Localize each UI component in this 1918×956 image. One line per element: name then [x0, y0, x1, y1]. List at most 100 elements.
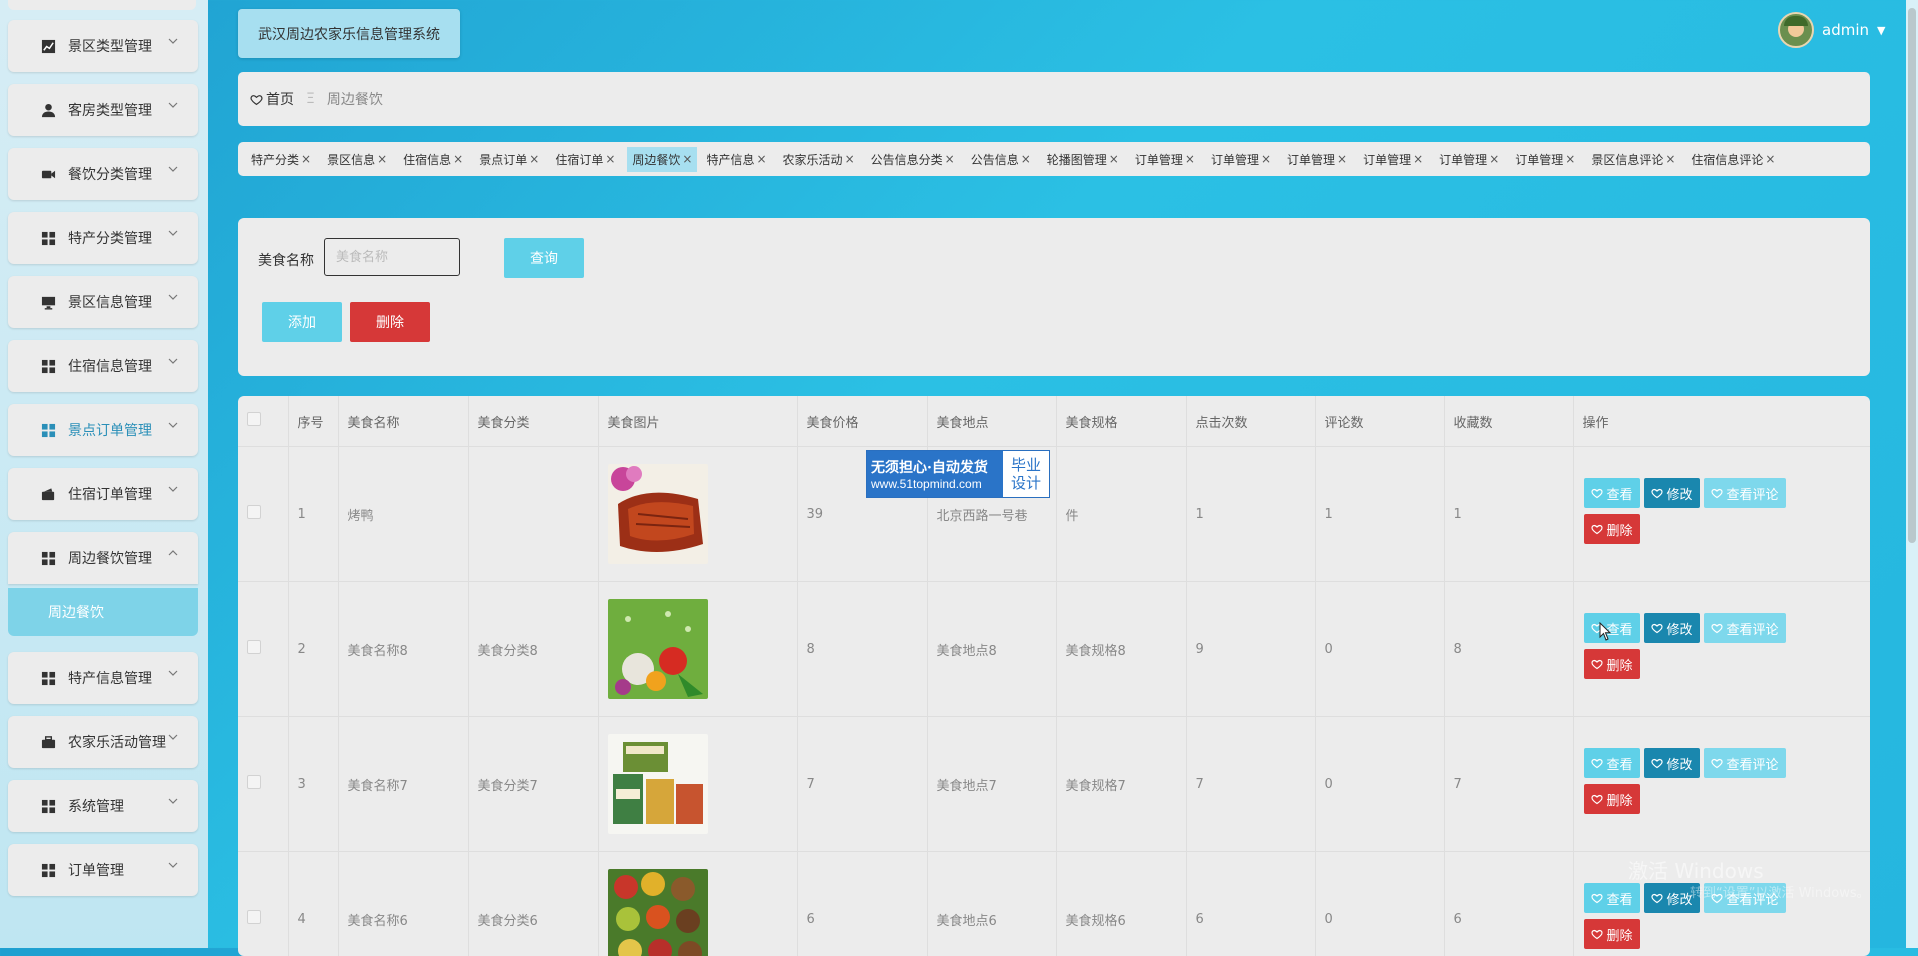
- food-image[interactable]: [608, 599, 708, 699]
- close-icon[interactable]: ×: [1765, 152, 1775, 166]
- batch-delete-button[interactable]: 删除: [350, 302, 430, 342]
- tab-5[interactable]: 周边餐饮×: [627, 147, 697, 172]
- sidebar-item-7[interactable]: 住宿订单管理: [8, 468, 198, 520]
- sidebar-item-4[interactable]: 景区信息管理: [8, 276, 198, 328]
- cell-name: 美食名称6: [338, 852, 468, 956]
- sidebar-item-1[interactable]: 客房类型管理: [8, 84, 198, 136]
- heart-icon: [1651, 757, 1663, 769]
- sidebar-item-2[interactable]: 餐饮分类管理: [8, 148, 198, 200]
- sidebar-item-label: 系统管理: [68, 796, 124, 816]
- tab-17[interactable]: 景区信息评论×: [1591, 147, 1682, 172]
- tab-15[interactable]: 订单管理×: [1439, 147, 1506, 172]
- grid-icon: [40, 670, 56, 686]
- tab-3[interactable]: 景点订单×: [479, 147, 546, 172]
- view-reviews-button[interactable]: 查看评论: [1704, 748, 1786, 778]
- tab-8[interactable]: 公告信息分类×: [871, 147, 962, 172]
- edit-button[interactable]: 修改: [1644, 613, 1700, 643]
- tab-label: 景区信息评论: [1591, 151, 1663, 168]
- sidebar-item-9[interactable]: 特产信息管理: [8, 652, 198, 704]
- close-icon[interactable]: ×: [1021, 152, 1031, 166]
- select-all-checkbox[interactable]: [247, 412, 261, 426]
- close-icon[interactable]: ×: [301, 152, 311, 166]
- view-reviews-button[interactable]: 查看评论: [1704, 613, 1786, 643]
- tab-label: 公告信息分类: [871, 151, 943, 168]
- view-button[interactable]: 查看: [1584, 748, 1640, 778]
- tab-11[interactable]: 订单管理×: [1135, 147, 1202, 172]
- tab-10[interactable]: 轮播图管理×: [1047, 147, 1126, 172]
- close-icon[interactable]: ×: [1413, 152, 1423, 166]
- close-icon[interactable]: ×: [453, 152, 463, 166]
- tab-1[interactable]: 景区信息×: [327, 147, 394, 172]
- edit-button[interactable]: 修改: [1644, 748, 1700, 778]
- close-icon[interactable]: ×: [845, 152, 855, 166]
- select-all-cell[interactable]: [238, 396, 288, 447]
- food-image[interactable]: [608, 464, 708, 564]
- tab-7[interactable]: 农家乐活动×: [783, 147, 862, 172]
- row-checkbox[interactable]: [247, 640, 261, 654]
- delete-button[interactable]: 删除: [1584, 514, 1640, 544]
- close-icon[interactable]: ×: [1337, 152, 1347, 166]
- edit-button[interactable]: 修改: [1644, 478, 1700, 508]
- sidebar-top-item[interactable]: [8, 0, 196, 10]
- tab-12[interactable]: 订单管理×: [1211, 147, 1278, 172]
- close-icon[interactable]: ×: [529, 152, 539, 166]
- sidebar-item-12[interactable]: 订单管理: [8, 844, 198, 896]
- sidebar-item-label: 住宿订单管理: [68, 484, 152, 504]
- delete-button[interactable]: 删除: [1584, 784, 1640, 814]
- row-select-cell[interactable]: [238, 447, 288, 582]
- query-button[interactable]: 查询: [504, 238, 584, 278]
- ad-banner[interactable]: 无须担心·自动发货 www.51topmind.com 毕业 设计: [866, 450, 1050, 498]
- sidebar-item-10[interactable]: 农家乐活动管理: [8, 716, 198, 768]
- breadcrumb-home[interactable]: 首页: [250, 89, 294, 109]
- cell-name: 美食名称8: [338, 582, 468, 717]
- view-button[interactable]: 查看: [1584, 478, 1640, 508]
- close-icon[interactable]: ×: [1665, 152, 1675, 166]
- close-icon[interactable]: ×: [945, 152, 955, 166]
- row-checkbox[interactable]: [247, 505, 261, 519]
- view-button[interactable]: 查看: [1584, 883, 1640, 913]
- close-icon[interactable]: ×: [1489, 152, 1499, 166]
- header-category: 美食分类: [468, 396, 598, 447]
- scrollbar-thumb[interactable]: [1908, 8, 1916, 543]
- chevron-down-icon: [168, 36, 178, 46]
- close-icon[interactable]: ×: [1185, 152, 1195, 166]
- sidebar-item-8[interactable]: 周边餐饮管理: [8, 532, 198, 584]
- sidebar-subitem-food[interactable]: 周边餐饮: [8, 588, 198, 636]
- row-select-cell[interactable]: [238, 582, 288, 717]
- row-checkbox[interactable]: [247, 910, 261, 924]
- sidebar-item-label: 农家乐活动管理: [68, 732, 166, 752]
- sidebar-item-5[interactable]: 住宿信息管理: [8, 340, 198, 392]
- sidebar-item-3[interactable]: 特产分类管理: [8, 212, 198, 264]
- delete-button[interactable]: 删除: [1584, 649, 1640, 679]
- close-icon[interactable]: ×: [1109, 152, 1119, 166]
- delete-button[interactable]: 删除: [1584, 919, 1640, 949]
- tab-14[interactable]: 订单管理×: [1363, 147, 1430, 172]
- food-image[interactable]: [608, 869, 708, 956]
- close-icon[interactable]: ×: [682, 152, 692, 166]
- vertical-scrollbar[interactable]: [1906, 0, 1918, 948]
- tab-2[interactable]: 住宿信息×: [403, 147, 470, 172]
- close-icon[interactable]: ×: [1565, 152, 1575, 166]
- tab-13[interactable]: 订单管理×: [1287, 147, 1354, 172]
- row-select-cell[interactable]: [238, 852, 288, 956]
- tab-18[interactable]: 住宿信息评论×: [1691, 147, 1782, 172]
- user-menu[interactable]: admin ▼: [1778, 12, 1885, 48]
- tab-9[interactable]: 公告信息×: [971, 147, 1038, 172]
- close-icon[interactable]: ×: [377, 152, 387, 166]
- close-icon[interactable]: ×: [1261, 152, 1271, 166]
- close-icon[interactable]: ×: [756, 152, 766, 166]
- tab-0[interactable]: 特产分类×: [251, 147, 318, 172]
- sidebar-item-0[interactable]: 景区类型管理: [8, 20, 198, 72]
- sidebar-item-6[interactable]: 景点订单管理: [8, 404, 198, 456]
- row-select-cell[interactable]: [238, 717, 288, 852]
- add-button[interactable]: 添加: [262, 302, 342, 342]
- tab-4[interactable]: 住宿订单×: [555, 147, 622, 172]
- tab-6[interactable]: 特产信息×: [706, 147, 773, 172]
- food-name-input[interactable]: [324, 238, 460, 276]
- sidebar-item-11[interactable]: 系统管理: [8, 780, 198, 832]
- close-icon[interactable]: ×: [605, 152, 615, 166]
- row-checkbox[interactable]: [247, 775, 261, 789]
- tab-16[interactable]: 订单管理×: [1515, 147, 1582, 172]
- food-image[interactable]: [608, 734, 708, 834]
- view-reviews-button[interactable]: 查看评论: [1704, 478, 1786, 508]
